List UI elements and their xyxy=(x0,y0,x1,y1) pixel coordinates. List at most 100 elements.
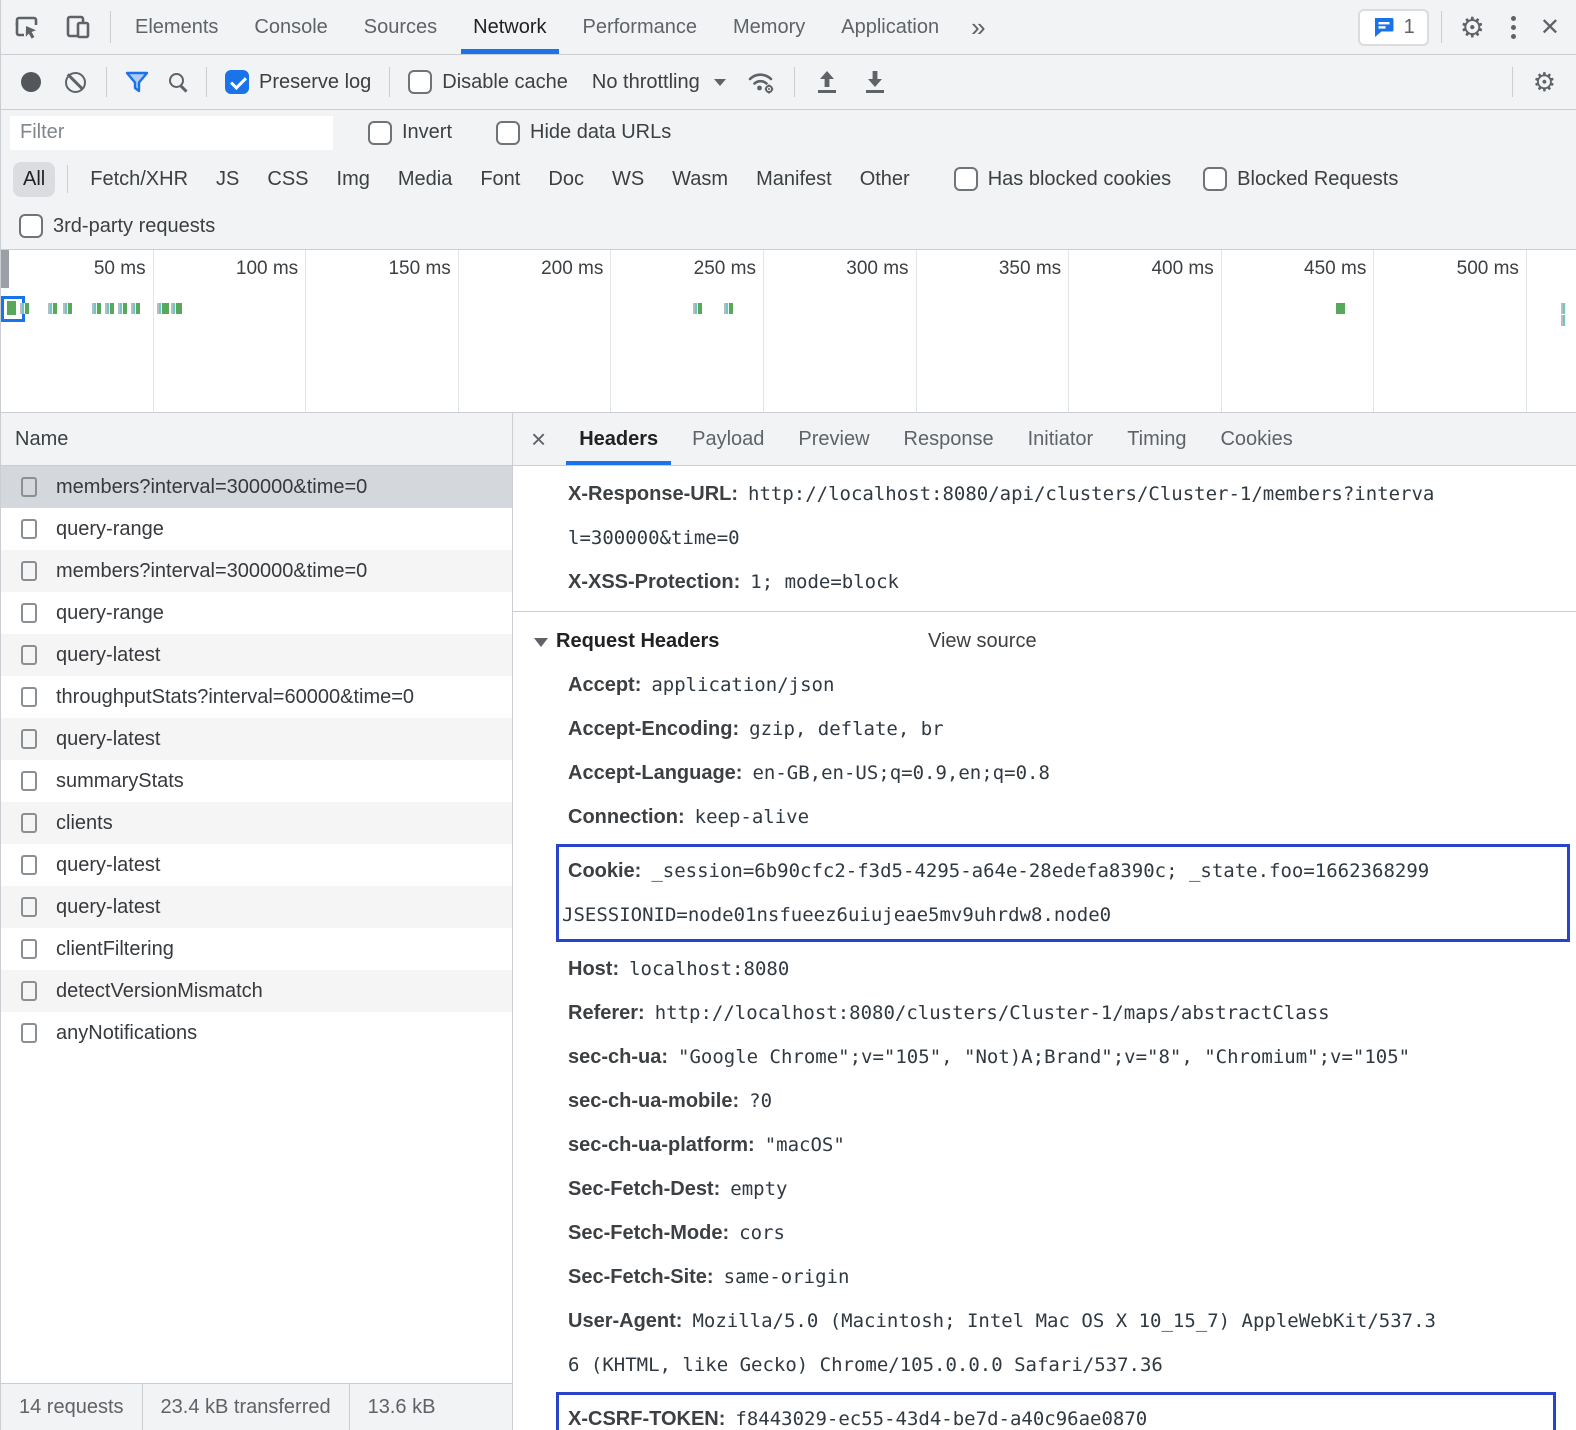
request-row[interactable]: query-latest xyxy=(1,634,512,676)
settings-gear-icon[interactable]: ⚙ xyxy=(1448,0,1497,54)
request-row[interactable]: detectVersionMismatch xyxy=(1,970,512,1012)
tab-console[interactable]: Console xyxy=(236,0,345,54)
has-blocked-cookies-checkbox[interactable] xyxy=(954,167,978,191)
type-filter-wasm[interactable]: Wasm xyxy=(662,162,738,197)
request-row[interactable]: throughputStats?interval=60000&time=0 xyxy=(1,676,512,718)
tab-headers[interactable]: Headers xyxy=(562,413,675,465)
timeline-tick: 200 ms xyxy=(459,250,612,412)
request-list: members?interval=300000&time=0 query-ran… xyxy=(1,466,512,1383)
has-blocked-cookies-toggle[interactable]: Has blocked cookies xyxy=(944,167,1181,191)
request-doc-icon xyxy=(21,897,37,917)
request-row[interactable]: query-latest xyxy=(1,718,512,760)
clear-network-log-icon[interactable] xyxy=(65,72,86,93)
request-row[interactable]: members?interval=300000&time=0 xyxy=(1,550,512,592)
preserve-log-toggle[interactable]: Preserve log xyxy=(215,70,381,94)
view-source-link[interactable]: View source xyxy=(928,619,1037,663)
header-entry-cookie-highlighted: Cookie:_session=6b90cfc2-f3d5-4295-a64e-… xyxy=(556,844,1570,942)
request-name: clientFiltering xyxy=(56,938,174,961)
kebab-menu-icon[interactable] xyxy=(1497,0,1530,54)
overview-drag-handle[interactable] xyxy=(1,250,9,288)
request-row[interactable]: anyNotifications xyxy=(1,1012,512,1054)
filter-input[interactable] xyxy=(9,115,334,151)
blocked-requests-checkbox[interactable] xyxy=(1203,167,1227,191)
devtools-tabbar: Elements Console Sources Network Perform… xyxy=(1,0,1576,55)
hide-data-urls-toggle[interactable]: Hide data URLs xyxy=(486,121,681,145)
tab-application[interactable]: Application xyxy=(823,0,957,54)
type-filter-other[interactable]: Other xyxy=(850,162,920,197)
request-row[interactable]: clientFiltering xyxy=(1,928,512,970)
network-conditions-button[interactable] xyxy=(736,69,786,95)
preserve-log-checkbox[interactable] xyxy=(225,70,249,94)
tab-timing[interactable]: Timing xyxy=(1110,413,1203,465)
export-har-button[interactable] xyxy=(851,69,899,95)
request-doc-icon xyxy=(21,771,37,791)
tab-memory[interactable]: Memory xyxy=(715,0,823,54)
device-toolbar-button[interactable] xyxy=(52,0,104,54)
close-details-button[interactable]: × xyxy=(513,413,562,465)
disable-cache-toggle[interactable]: Disable cache xyxy=(398,70,578,94)
header-entry: Sec-Fetch-Mode:cors xyxy=(513,1211,1576,1255)
request-row[interactable]: query-latest xyxy=(1,886,512,928)
invert-toggle[interactable]: Invert xyxy=(358,121,462,145)
third-party-toggle[interactable]: 3rd-party requests xyxy=(9,214,225,238)
request-row[interactable]: summaryStats xyxy=(1,760,512,802)
tab-payload[interactable]: Payload xyxy=(675,413,781,465)
request-doc-icon xyxy=(21,939,37,959)
import-har-button[interactable] xyxy=(803,69,851,95)
upload-icon xyxy=(815,69,839,95)
third-party-checkbox[interactable] xyxy=(19,214,43,238)
hide-data-urls-checkbox[interactable] xyxy=(496,121,520,145)
request-name: clients xyxy=(56,812,113,835)
disable-cache-label: Disable cache xyxy=(442,71,568,94)
request-row[interactable]: query-latest xyxy=(1,844,512,886)
type-filter-css[interactable]: CSS xyxy=(257,162,318,197)
divider xyxy=(1441,11,1442,43)
tab-elements[interactable]: Elements xyxy=(117,0,236,54)
disable-cache-checkbox[interactable] xyxy=(408,70,432,94)
request-row[interactable]: query-range xyxy=(1,508,512,550)
section-divider xyxy=(513,611,1576,612)
header-entry: Accept-Encoding:gzip, deflate, br xyxy=(513,707,1576,751)
device-toolbar-icon xyxy=(64,13,92,41)
type-filter-media[interactable]: Media xyxy=(388,162,462,197)
request-doc-icon xyxy=(21,645,37,665)
type-filter-fetch-xhr[interactable]: Fetch/XHR xyxy=(80,162,198,197)
tab-response[interactable]: Response xyxy=(887,413,1011,465)
search-icon[interactable] xyxy=(169,73,184,88)
blocked-requests-toggle[interactable]: Blocked Requests xyxy=(1193,167,1408,191)
more-tabs-button[interactable]: » xyxy=(957,0,999,54)
request-list-panel: Name members?interval=300000&time=0 quer… xyxy=(1,413,513,1430)
type-filter-font[interactable]: Font xyxy=(470,162,530,197)
filter-toggle-button[interactable] xyxy=(115,71,159,93)
issues-button[interactable]: 1 xyxy=(1358,9,1429,46)
tab-initiator[interactable]: Initiator xyxy=(1011,413,1111,465)
record-network-log-button[interactable] xyxy=(21,72,41,92)
tab-performance[interactable]: Performance xyxy=(565,0,716,54)
request-row[interactable]: clients xyxy=(1,802,512,844)
request-name: members?interval=300000&time=0 xyxy=(56,560,367,583)
request-row[interactable]: query-range xyxy=(1,592,512,634)
collapse-triangle-icon[interactable] xyxy=(534,638,548,647)
inspect-element-button[interactable] xyxy=(1,0,52,54)
type-filter-ws[interactable]: WS xyxy=(602,162,654,197)
tab-preview[interactable]: Preview xyxy=(781,413,886,465)
tab-network[interactable]: Network xyxy=(455,0,564,54)
chevron-down-icon xyxy=(714,79,726,86)
type-filter-doc[interactable]: Doc xyxy=(538,162,594,197)
type-filter-js[interactable]: JS xyxy=(206,162,249,197)
request-headers-section-header[interactable]: Request Headers View source xyxy=(513,619,1576,663)
name-column-header[interactable]: Name xyxy=(1,413,512,466)
tab-cookies[interactable]: Cookies xyxy=(1203,413,1309,465)
type-filter-all[interactable]: All xyxy=(13,162,55,197)
invert-checkbox[interactable] xyxy=(368,121,392,145)
request-doc-icon xyxy=(21,729,37,749)
close-devtools-button[interactable]: ✕ xyxy=(1530,0,1576,54)
throttling-select[interactable]: No throttling xyxy=(578,71,736,94)
network-settings-gear-icon[interactable]: ⚙ xyxy=(1521,67,1568,98)
headers-content[interactable]: X-Response-URL:http://localhost:8080/api… xyxy=(513,466,1576,1430)
tab-sources[interactable]: Sources xyxy=(346,0,455,54)
type-filter-img[interactable]: Img xyxy=(327,162,380,197)
request-row[interactable]: members?interval=300000&time=0 xyxy=(1,466,512,508)
type-filter-manifest[interactable]: Manifest xyxy=(746,162,842,197)
network-overview-strip[interactable]: 50 ms 100 ms 150 ms 200 ms 250 ms 300 ms… xyxy=(1,250,1576,413)
